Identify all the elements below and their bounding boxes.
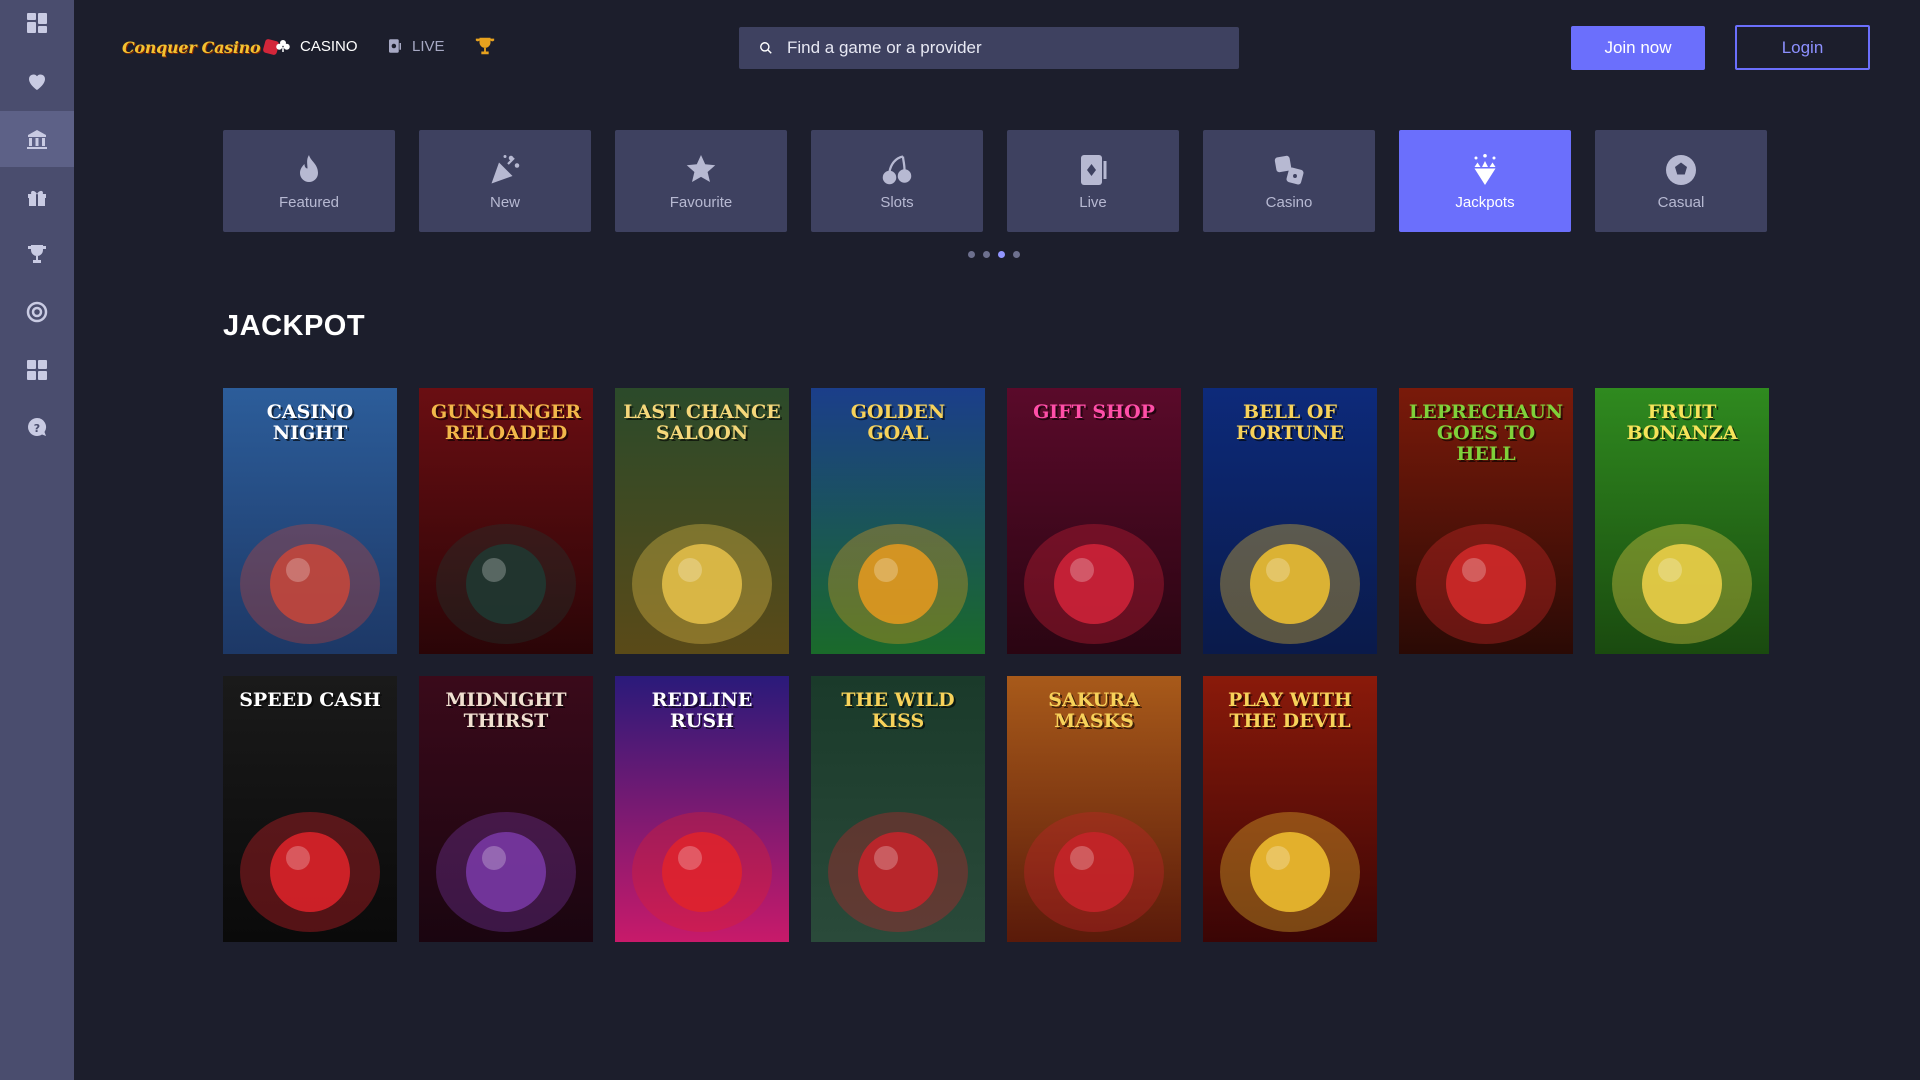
nav-live[interactable]: LIVE <box>386 34 445 58</box>
game-title: Casino Night <box>266 401 354 444</box>
game-title: Fruit Bonanza <box>1626 401 1738 444</box>
ball-icon <box>1666 154 1696 185</box>
game-title: Play with the Devil <box>1228 689 1352 732</box>
trophy-icon <box>28 245 46 263</box>
game-tile[interactable]: Midnight Thirst <box>419 676 593 942</box>
sidebar: ? <box>0 0 74 1080</box>
help-chat-icon: ? <box>28 417 47 436</box>
game-artwork <box>436 524 576 644</box>
category-favourite[interactable]: Favourite <box>615 130 787 232</box>
game-artwork <box>1220 812 1360 932</box>
category-new[interactable]: New <box>419 130 591 232</box>
join-now-button[interactable]: Join now <box>1571 26 1705 70</box>
game-artwork <box>828 524 968 644</box>
gift-icon <box>28 190 46 206</box>
section-title: JACKPOT <box>223 310 366 342</box>
target-icon <box>26 301 48 323</box>
carousel-dot[interactable] <box>1013 251 1020 258</box>
game-tile[interactable]: Sakura Masks <box>1007 676 1181 942</box>
sidebar-item-casino[interactable] <box>0 111 74 167</box>
category-live[interactable]: Live <box>1007 130 1179 232</box>
game-artwork <box>1416 524 1556 644</box>
game-tile[interactable]: Redline Rush <box>615 676 789 942</box>
heart-icon <box>29 74 45 90</box>
game-title: Midnight Thirst <box>445 689 567 732</box>
game-title: Gunslinger Reloaded <box>431 401 581 444</box>
game-title: Speed Cash <box>239 689 381 711</box>
game-tile[interactable]: Casino Night <box>223 388 397 654</box>
game-artwork <box>240 812 380 932</box>
diamond-icon <box>1474 153 1496 185</box>
game-tile[interactable]: The Wild Kiss <box>811 676 985 942</box>
sidebar-item-support[interactable]: ? <box>0 400 74 456</box>
svg-text:?: ? <box>34 422 40 435</box>
category-slots[interactable]: Slots <box>811 130 983 232</box>
game-artwork <box>632 812 772 932</box>
carousel-dot[interactable] <box>968 251 975 258</box>
carousel-pagination <box>968 251 1020 258</box>
cards-icon <box>276 40 290 52</box>
game-artwork <box>1024 524 1164 644</box>
sidebar-item-tournaments[interactable] <box>0 226 74 282</box>
casino-building-icon <box>27 130 47 149</box>
game-tile[interactable]: Golden Goal <box>811 388 985 654</box>
trophy-icon <box>475 37 495 55</box>
game-artwork <box>436 812 576 932</box>
star-icon <box>686 154 716 182</box>
dashboard-icon <box>27 13 47 33</box>
sidebar-item-games[interactable] <box>0 342 74 398</box>
game-grid: Casino Night Gunslinger Reloaded Last Chan… <box>223 388 1770 942</box>
game-artwork <box>240 524 380 644</box>
search-input[interactable] <box>785 37 1229 59</box>
sidebar-item-dashboard[interactable] <box>0 0 74 51</box>
game-title: Bell of Fortune <box>1235 401 1345 444</box>
game-tile[interactable]: Bell of Fortune <box>1203 388 1377 654</box>
game-tile[interactable]: Play with the Devil <box>1203 676 1377 942</box>
carousel-dot[interactable] <box>998 251 1005 258</box>
cherries-icon <box>882 154 912 184</box>
dice-icon <box>1274 155 1304 185</box>
sidebar-item-favourites[interactable] <box>0 53 74 109</box>
nav-tournaments[interactable] <box>474 34 496 58</box>
game-artwork <box>1220 524 1360 644</box>
search-icon <box>760 42 772 54</box>
game-tile[interactable]: Fruit Bonanza <box>1595 388 1769 654</box>
game-title: Golden Goal <box>850 401 946 444</box>
live-card-icon <box>389 39 401 53</box>
game-artwork <box>632 524 772 644</box>
game-title: Sakura Masks <box>1048 689 1140 732</box>
game-artwork <box>1612 524 1752 644</box>
site-logo[interactable]: Conquer Casino <box>122 30 280 64</box>
game-artwork <box>1024 812 1164 932</box>
login-button[interactable]: Login <box>1735 25 1870 70</box>
nav-casino[interactable]: CASINO <box>274 34 358 58</box>
game-title: The Wild Kiss <box>841 689 955 732</box>
game-title: Last Chance Saloon <box>623 401 781 444</box>
search-bar[interactable] <box>739 27 1239 69</box>
game-tile[interactable]: Gunslinger Reloaded <box>419 388 593 654</box>
flame-icon <box>300 154 318 182</box>
category-jackpots[interactable]: Jackpots <box>1399 130 1571 232</box>
category-tabs: Featured New Favourite Slots Live Casino… <box>223 130 1767 232</box>
carousel-dot[interactable] <box>983 251 990 258</box>
grid-icon <box>27 360 47 380</box>
game-tile[interactable]: Last Chance Saloon <box>615 388 789 654</box>
game-title: Redline Rush <box>651 689 753 732</box>
category-casino[interactable]: Casino <box>1203 130 1375 232</box>
sidebar-item-promotions[interactable] <box>0 169 74 225</box>
game-artwork <box>828 812 968 932</box>
live-card-icon <box>1081 154 1107 185</box>
game-title: Gift Shop <box>1033 401 1155 423</box>
game-tile[interactable]: Speed Cash <box>223 676 397 942</box>
game-tile[interactable]: Leprechaun goes to Hell <box>1399 388 1573 654</box>
party-popper-icon <box>491 154 520 183</box>
sidebar-item-missions[interactable] <box>0 284 74 340</box>
category-casual[interactable]: Casual <box>1595 130 1767 232</box>
category-featured[interactable]: Featured <box>223 130 395 232</box>
game-tile[interactable]: Gift Shop <box>1007 388 1181 654</box>
game-title: Leprechaun goes to Hell <box>1408 401 1564 465</box>
